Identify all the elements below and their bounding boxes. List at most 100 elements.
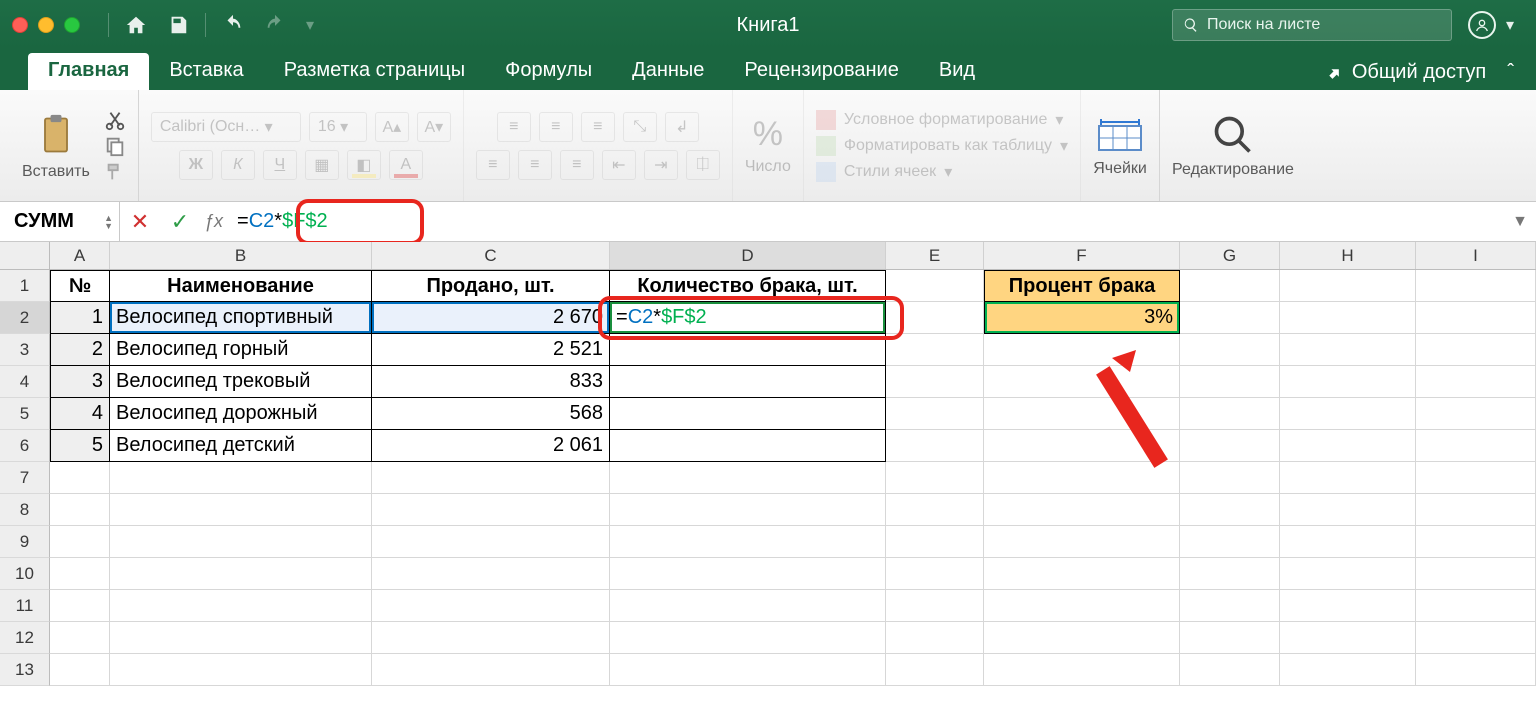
cell-A6[interactable]: 5 [50,430,110,462]
row-1[interactable]: 1 [0,270,50,302]
row-6[interactable]: 6 [0,430,50,462]
col-E[interactable]: E [886,242,984,269]
cell-H13[interactable] [1280,654,1416,686]
col-F[interactable]: F [984,242,1180,269]
cell-E12[interactable] [886,622,984,654]
cell-E3[interactable] [886,334,984,366]
underline-button[interactable]: Ч [263,150,297,180]
format-as-table-button[interactable]: Форматировать как таблицу▾ [816,136,1068,156]
cell-C2[interactable]: 2 670 [372,302,610,334]
conditional-formatting-button[interactable]: Условное форматирование▾ [816,110,1064,130]
cell-H11[interactable] [1280,590,1416,622]
cut-icon[interactable] [104,109,126,131]
orientation-icon[interactable]: ⤡ [623,112,657,142]
cell-D8[interactable] [610,494,886,526]
collapse-ribbon-icon[interactable]: ˆ [1496,61,1514,84]
col-C[interactable]: C [372,242,610,269]
cell-D9[interactable] [610,526,886,558]
borders-button[interactable]: ▦ [305,150,339,180]
cell-F10[interactable] [984,558,1180,590]
cell-G11[interactable] [1180,590,1280,622]
row-10[interactable]: 10 [0,558,50,590]
cell-I8[interactable] [1416,494,1536,526]
cell-D7[interactable] [610,462,886,494]
col-G[interactable]: G [1180,242,1280,269]
tab-page-layout[interactable]: Разметка страницы [264,53,485,90]
cell-C5[interactable]: 568 [372,398,610,430]
cell-C7[interactable] [372,462,610,494]
name-box[interactable]: СУММ ▲▼ [0,202,120,242]
row-4[interactable]: 4 [0,366,50,398]
undo-icon[interactable] [222,14,244,36]
cell-styles-button[interactable]: Стили ячеек▾ [816,162,952,182]
cell-H5[interactable] [1280,398,1416,430]
cell-A12[interactable] [50,622,110,654]
row-5[interactable]: 5 [0,398,50,430]
row-2[interactable]: 2 [0,302,50,334]
cell-I4[interactable] [1416,366,1536,398]
cell-E2[interactable] [886,302,984,334]
cell-I3[interactable] [1416,334,1536,366]
cell-A8[interactable] [50,494,110,526]
cell-H6[interactable] [1280,430,1416,462]
col-A[interactable]: A [50,242,110,269]
align-left-icon[interactable]: ≡ [476,150,510,180]
cell-E8[interactable] [886,494,984,526]
cell-F5[interactable] [984,398,1180,430]
accept-formula-icon[interactable]: ✓ [160,209,200,235]
cell-G5[interactable] [1180,398,1280,430]
font-color-button[interactable]: A [389,150,423,180]
cell-C3[interactable]: 2 521 [372,334,610,366]
cell-D5[interactable] [610,398,886,430]
cell-F12[interactable] [984,622,1180,654]
cell-E13[interactable] [886,654,984,686]
col-H[interactable]: H [1280,242,1416,269]
wrap-text-icon[interactable]: ↲ [665,112,699,142]
cell-C10[interactable] [372,558,610,590]
user-icon[interactable] [1468,11,1496,39]
cell-D11[interactable] [610,590,886,622]
cell-F7[interactable] [984,462,1180,494]
cell-I6[interactable] [1416,430,1536,462]
cell-G4[interactable] [1180,366,1280,398]
toolbar-more-icon[interactable]: ▾ [306,15,314,35]
format-painter-icon[interactable] [104,161,126,183]
titlebar-chevron-icon[interactable]: ▾ [1506,15,1514,35]
tab-view[interactable]: Вид [919,53,995,90]
cell-B9[interactable] [110,526,372,558]
cell-D4[interactable] [610,366,886,398]
cell-A10[interactable] [50,558,110,590]
row-11[interactable]: 11 [0,590,50,622]
cell-I1[interactable] [1416,270,1536,302]
tab-formulas[interactable]: Формулы [485,53,612,90]
cell-B8[interactable] [110,494,372,526]
cell-B7[interactable] [110,462,372,494]
cell-H10[interactable] [1280,558,1416,590]
cell-D10[interactable] [610,558,886,590]
cell-A3[interactable]: 2 [50,334,110,366]
expand-formula-bar-icon[interactable]: ▼ [1512,213,1528,231]
tab-insert[interactable]: Вставка [149,53,263,90]
find-icon[interactable] [1211,113,1255,157]
tab-home[interactable]: Главная [28,53,149,90]
cell-F6[interactable] [984,430,1180,462]
select-all-corner[interactable] [0,242,50,270]
cell-E5[interactable] [886,398,984,430]
align-center-icon[interactable]: ≡ [518,150,552,180]
spreadsheet[interactable]: A B C D E F G H I 1 № Наименование Прода… [0,242,1536,686]
redo-icon[interactable] [264,14,286,36]
share-button[interactable]: Общий доступ ˆ [1302,55,1536,90]
cell-F2[interactable]: 3% [984,302,1180,334]
tab-review[interactable]: Рецензирование [724,53,918,90]
cell-C13[interactable] [372,654,610,686]
row-9[interactable]: 9 [0,526,50,558]
row-7[interactable]: 7 [0,462,50,494]
cell-H3[interactable] [1280,334,1416,366]
cell-C11[interactable] [372,590,610,622]
align-right-icon[interactable]: ≡ [560,150,594,180]
cell-C9[interactable] [372,526,610,558]
cell-B10[interactable] [110,558,372,590]
cell-F9[interactable] [984,526,1180,558]
cell-A2[interactable]: 1 [50,302,110,334]
paste-icon[interactable] [34,111,78,159]
